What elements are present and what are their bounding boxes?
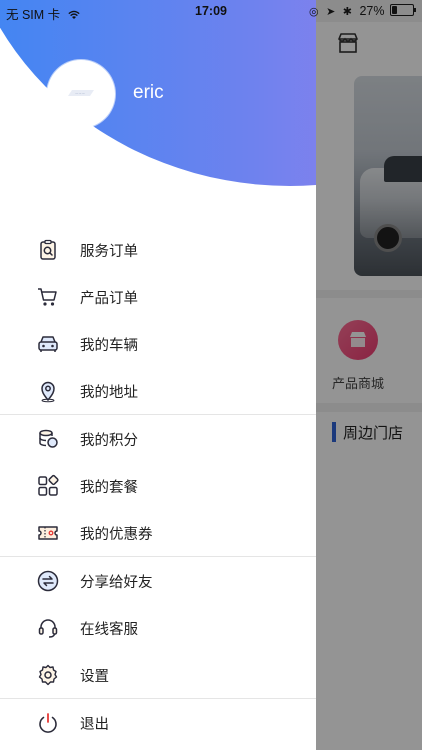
menu-item-my-address[interactable]: 我的地址: [0, 367, 316, 414]
menu-item-my-points[interactable]: 我的积分: [0, 415, 316, 462]
menu-item-label: 退出: [80, 717, 109, 733]
svg-text:~~~: ~~~: [75, 91, 85, 96]
avatar[interactable]: ~~~: [47, 60, 115, 128]
coupon-icon: [38, 526, 58, 540]
menu-item-label: 产品订单: [80, 291, 138, 307]
menu-item-label: 我的套餐: [80, 480, 138, 496]
battery-fill: [392, 6, 397, 14]
battery-percent: 27%: [359, 4, 385, 18]
cart-icon: [38, 288, 57, 306]
power-icon: [39, 713, 57, 733]
battery-nub: [414, 8, 416, 12]
side-drawer: ~~~ eric 服务订单 产品订单 我的车辆 我的地址 我的积分 我的套餐 我…: [0, 0, 316, 750]
menu-item-label: 我的地址: [80, 385, 138, 401]
menu-item-label: 设置: [80, 669, 109, 685]
status-bar: 无 SIM 卡 17:09 ◎ ➤ ✱ 27%: [0, 0, 422, 22]
menu-item-label: 在线客服: [80, 622, 138, 638]
settings-icon: [38, 664, 58, 686]
username[interactable]: eric: [133, 82, 164, 104]
bluetooth-icon: ✱: [342, 6, 352, 18]
menu-item-settings[interactable]: 设置: [0, 651, 316, 698]
status-right: ◎ ➤ ✱ 27%: [308, 4, 416, 18]
coins-icon: [39, 429, 58, 448]
car-icon: [38, 336, 58, 352]
menu-item-label: 我的车辆: [80, 338, 138, 354]
menu-item-label: 分享给好友: [80, 575, 153, 591]
menu-item-product-orders[interactable]: 产品订单: [0, 273, 316, 320]
dim-overlay[interactable]: [316, 0, 422, 750]
location-pin-icon: [41, 381, 55, 403]
brand-logo-icon: ~~~: [68, 90, 94, 96]
menu-item-label: 服务订单: [80, 244, 138, 260]
location-arrow-icon: ➤: [326, 6, 336, 18]
menu-item-my-vehicles[interactable]: 我的车辆: [0, 320, 316, 367]
headset-icon: [38, 619, 58, 638]
drawer-menu: 服务订单 产品订单 我的车辆 我的地址 我的积分 我的套餐 我的优惠券 分享给好…: [0, 226, 316, 746]
menu-item-label: 我的优惠券: [80, 527, 153, 543]
menu-item-my-packages[interactable]: 我的套餐: [0, 462, 316, 509]
menu-item-online-support[interactable]: 在线客服: [0, 604, 316, 651]
menu-item-label: 我的积分: [80, 433, 138, 449]
menu-item-my-coupons[interactable]: 我的优惠券: [0, 509, 316, 556]
order-search-icon: [40, 239, 56, 260]
battery-icon: [390, 4, 416, 16]
orientation-lock-icon: ◎: [308, 6, 319, 18]
menu-item-share[interactable]: 分享给好友: [0, 557, 316, 604]
share-icon: [37, 570, 59, 592]
menu-item-logout[interactable]: 退出: [0, 699, 316, 746]
menu-item-service-orders[interactable]: 服务订单: [0, 226, 316, 273]
package-grid-icon: [38, 474, 59, 496]
